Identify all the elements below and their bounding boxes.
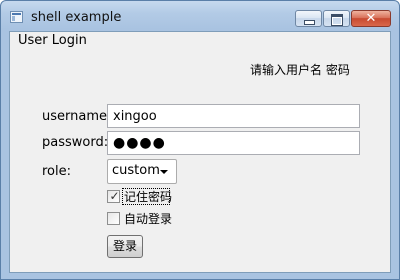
window-app-icon[interactable] [10, 11, 23, 23]
minimize-icon [304, 20, 315, 25]
maximize-button[interactable] [323, 10, 350, 27]
password-label: password: [42, 135, 109, 150]
prompt-text: 请输入用户名 密码 [250, 63, 350, 77]
auto-login-label: 自动登录 [124, 212, 173, 226]
close-icon: ✕ [365, 11, 377, 26]
role-select-value: custom [112, 163, 160, 178]
checkmark-icon: ✓ [109, 189, 120, 203]
app-window: shell example ✕ User Login 请输入用户名 密码 use… [0, 0, 400, 280]
chevron-down-icon [160, 170, 168, 174]
title-bar[interactable]: shell example ✕ [1, 1, 399, 31]
login-button[interactable]: 登录 [107, 235, 143, 258]
minimize-button[interactable] [295, 10, 322, 27]
close-button[interactable]: ✕ [351, 10, 391, 27]
login-panel: User Login 请输入用户名 密码 username: password:… [9, 31, 391, 273]
group-title: User Login [18, 33, 87, 48]
role-label: role: [42, 164, 72, 179]
remember-password-checkbox[interactable]: ✓ [107, 189, 120, 203]
role-select[interactable]: custom [107, 159, 177, 184]
auto-login-checkbox[interactable] [107, 212, 120, 225]
maximize-icon [331, 14, 343, 26]
window-title: shell example [31, 10, 122, 25]
username-input[interactable] [107, 104, 360, 128]
remember-password-label: 记住密码 [124, 190, 173, 204]
username-label: username: [42, 109, 112, 124]
password-input[interactable] [107, 131, 360, 155]
